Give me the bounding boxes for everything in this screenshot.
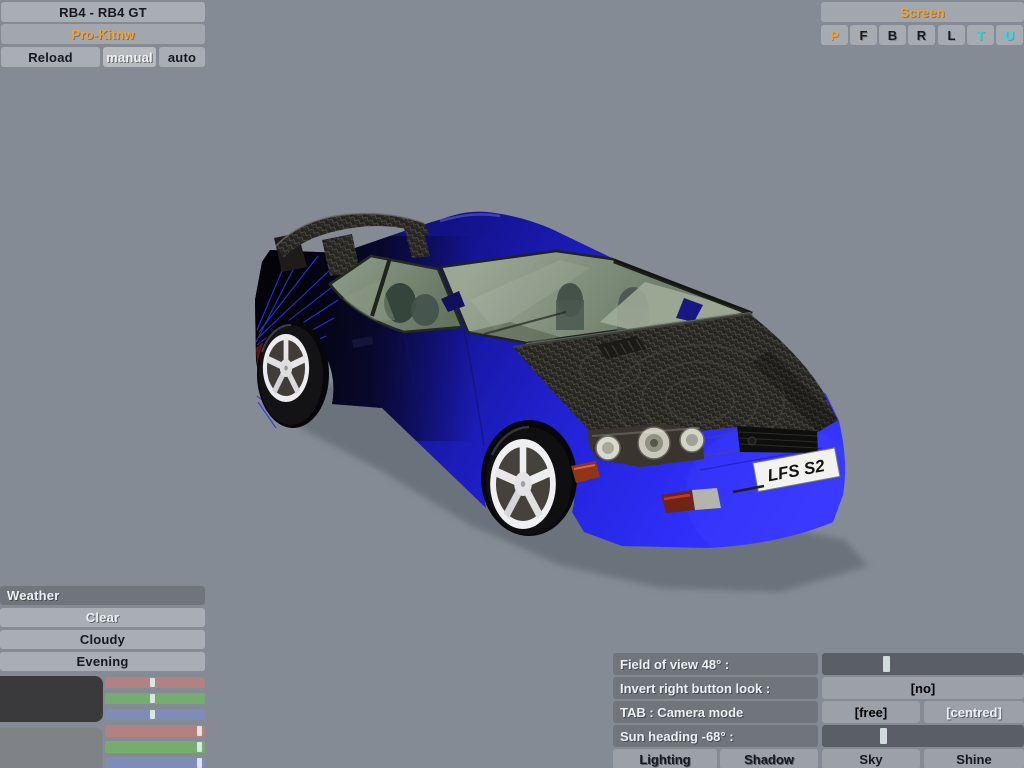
mixer2-green-handle[interactable]: [197, 742, 202, 752]
field-of-view-label: Field of view 48° :: [613, 653, 818, 675]
mixer2-red-handle[interactable]: [197, 726, 202, 736]
mixer1-green-handle[interactable]: [150, 694, 155, 703]
shine-button[interactable]: Shine: [924, 749, 1024, 768]
reload-button[interactable]: Reload: [1, 47, 100, 67]
mixer1-blue-slider[interactable]: [105, 709, 205, 720]
mixer2-green-slider[interactable]: [105, 741, 205, 753]
camera-mode-label: TAB : Camera mode: [613, 701, 818, 723]
sun-heading-label: Sun heading -68° :: [613, 725, 818, 747]
camera-mode-centred-button[interactable]: [centred]: [924, 701, 1024, 723]
skin-name-button[interactable]: Pro-Kitnw: [1, 24, 205, 44]
screen-panel-title: Screen: [821, 2, 1024, 22]
mixer1-red-handle[interactable]: [150, 678, 155, 687]
weather-option-cloudy[interactable]: Cloudy: [0, 630, 205, 649]
mixer2-blue-handle[interactable]: [197, 758, 202, 768]
mixer1-blue-handle[interactable]: [150, 710, 155, 719]
screen-key-u[interactable]: U: [996, 25, 1023, 45]
weather-option-evening[interactable]: Evening: [0, 652, 205, 671]
mixer1-green-slider[interactable]: [105, 693, 205, 704]
mixer1-red-slider[interactable]: [105, 677, 205, 688]
color-swatch-primary: [0, 676, 103, 722]
invert-look-value-button[interactable]: [no]: [822, 677, 1024, 699]
field-of-view-handle[interactable]: [882, 656, 890, 672]
lighting-button[interactable]: Lighting: [613, 749, 717, 768]
weather-option-clear[interactable]: Clear: [0, 608, 205, 627]
screen-key-b[interactable]: B: [879, 25, 906, 45]
invert-look-label: Invert right button look :: [613, 677, 818, 699]
screen-key-l[interactable]: L: [938, 25, 965, 45]
sun-heading-handle[interactable]: [879, 728, 887, 744]
field-of-view-slider[interactable]: [822, 653, 1024, 675]
mixer2-blue-slider[interactable]: [105, 757, 205, 768]
screen-key-p[interactable]: P: [821, 25, 848, 45]
weather-panel-title: Weather: [0, 586, 205, 605]
sun-heading-slider[interactable]: [822, 725, 1024, 747]
sky-button[interactable]: Sky: [822, 749, 920, 768]
shadow-button[interactable]: Shadow: [720, 749, 818, 768]
screen-key-r[interactable]: R: [908, 25, 935, 45]
color-swatch-secondary: [0, 728, 103, 768]
screen-key-f[interactable]: F: [850, 25, 877, 45]
lfs-garage-screen: LFS S2 RB4 - RB4 GT Pro-Kitnw Reload man…: [0, 0, 1024, 768]
skin-auto-button[interactable]: auto: [159, 47, 205, 67]
rear-wheel: [259, 323, 323, 425]
front-wheel: [486, 425, 572, 535]
camera-mode-free-button[interactable]: [free]: [822, 701, 920, 723]
screen-key-t[interactable]: T: [967, 25, 994, 45]
car-rb4: LFS S2: [255, 211, 846, 548]
skin-manual-button[interactable]: manual: [103, 47, 156, 67]
car-model-title: RB4 - RB4 GT: [1, 2, 205, 22]
mixer2-red-slider[interactable]: [105, 725, 205, 737]
